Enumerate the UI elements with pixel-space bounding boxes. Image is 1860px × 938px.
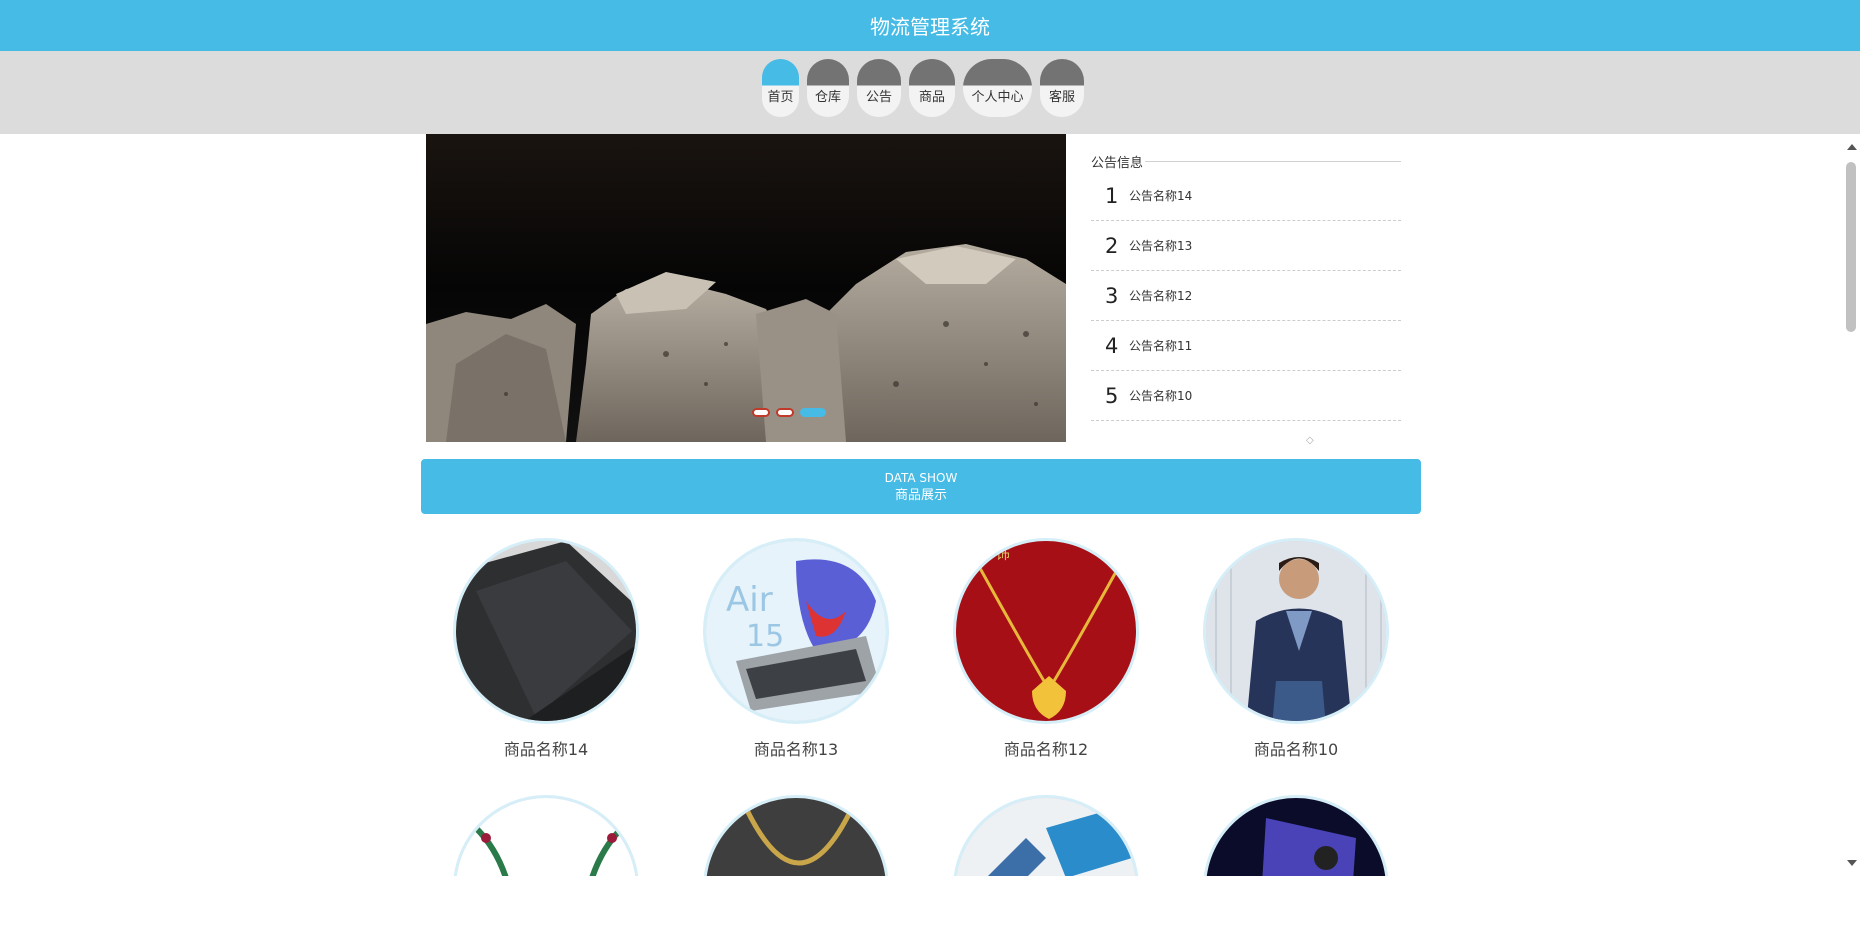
svg-text:饰: 饰 (996, 547, 1010, 563)
nav-item-goods-label: 商品 (918, 90, 945, 105)
section-header-cn: 商品展示 (894, 487, 947, 503)
scroll-down-arrow-icon[interactable] (1847, 860, 1857, 866)
product-image[interactable] (953, 795, 1139, 876)
notice-item-name: 公告名称13 (1129, 239, 1193, 253)
app-window: 物流管理系统 首页 仓库 公告 商品 个人中心 客服 公告信息 1 公告名称14… (0, 0, 1860, 938)
notice-panel: 公告信息 1 公告名称14 2 公告名称13 3 公告名称12 4 公告名称11… (1091, 152, 1401, 421)
app-title: 物流管理系统 (870, 15, 990, 39)
nav-item-personal-center-label: 个人中心 (971, 90, 1024, 105)
product-card[interactable]: 商品名称10 (1201, 538, 1391, 760)
nav-item-notice-label: 公告 (865, 90, 892, 105)
nav-items: 首页 仓库 公告 商品 个人中心 客服 (762, 59, 1084, 117)
title-bar: 物流管理系统 (0, 0, 1860, 51)
nav-item-home-label: 首页 (767, 90, 794, 105)
nav-item-personal-center[interactable]: 个人中心 (963, 59, 1032, 117)
vertical-scrollbar[interactable] (1842, 134, 1860, 876)
notice-item-number: 5 (1105, 383, 1119, 408)
nav-item-warehouse-label: 仓库 (814, 90, 841, 105)
product-card[interactable] (701, 795, 891, 876)
main-content: 公告信息 1 公告名称14 2 公告名称13 3 公告名称12 4 公告名称11… (0, 134, 1842, 876)
notice-item[interactable]: 5 公告名称10 (1091, 371, 1401, 421)
nav-item-customer-service[interactable]: 客服 (1040, 59, 1084, 117)
product-name: 商品名称14 (503, 740, 589, 759)
notice-item[interactable]: 1 公告名称14 (1091, 171, 1401, 221)
product-image[interactable] (453, 538, 639, 724)
notice-item[interactable]: 4 公告名称11 (1091, 321, 1401, 371)
notice-item[interactable]: 2 公告名称13 (1091, 221, 1401, 271)
nav-item-customer-service-label: 客服 (1048, 90, 1075, 105)
notice-item-name: 公告名称14 (1129, 189, 1193, 203)
carousel-indicators (752, 408, 826, 417)
svg-text:15: 15 (746, 619, 784, 654)
carousel-slide-image (426, 134, 1066, 442)
product-name: 商品名称12 (1003, 740, 1089, 759)
product-card[interactable]: 商品名称14 (451, 538, 641, 760)
section-header: DATA SHOW 商品展示 (421, 459, 1421, 514)
nav-item-warehouse[interactable]: 仓库 (807, 59, 849, 117)
carousel-dot-2[interactable] (776, 408, 794, 417)
product-image[interactable]: Air 15 (703, 538, 889, 724)
notice-title-divider (1145, 161, 1401, 162)
image-carousel[interactable] (426, 134, 1066, 442)
carousel-dot-1[interactable] (752, 408, 770, 417)
nav-item-goods[interactable]: 商品 (909, 59, 955, 117)
page-bottom (0, 876, 1860, 938)
product-card[interactable] (451, 795, 641, 876)
notice-panel-title: 公告信息 (1091, 156, 1144, 171)
notice-item-name: 公告名称12 (1129, 289, 1193, 303)
product-image[interactable] (453, 795, 639, 876)
product-name: 商品名称10 (1253, 740, 1339, 759)
notice-item[interactable]: 3 公告名称12 (1091, 271, 1401, 321)
nav-item-notice[interactable]: 公告 (857, 59, 901, 117)
scroll-up-arrow-icon[interactable] (1847, 144, 1857, 150)
product-card[interactable]: 饰 商品名称12 (951, 538, 1141, 760)
scroll-thumb[interactable] (1846, 162, 1856, 332)
product-name: 商品名称13 (753, 740, 839, 759)
notice-item-name: 公告名称10 (1129, 389, 1193, 403)
notice-panel-header: 公告信息 (1091, 152, 1401, 171)
product-image[interactable] (1203, 795, 1389, 876)
product-image[interactable]: 饰 (953, 538, 1139, 724)
product-card[interactable] (951, 795, 1141, 876)
carousel-dot-3[interactable] (800, 408, 826, 417)
nav-item-home[interactable]: 首页 (762, 59, 799, 117)
notice-item-number: 2 (1105, 233, 1119, 258)
notice-item-number: 1 (1105, 183, 1119, 208)
notice-item-number: 3 (1105, 283, 1119, 308)
product-image[interactable] (703, 795, 889, 876)
notice-item-number: 4 (1105, 333, 1119, 358)
product-card[interactable]: Air 15 商品名称13 (701, 538, 891, 760)
product-image[interactable] (1203, 538, 1389, 724)
notice-more-icon[interactable]: ◇ (1306, 435, 1314, 446)
notice-item-name: 公告名称11 (1129, 339, 1193, 353)
svg-text:Air: Air (726, 580, 773, 620)
section-header-en: DATA SHOW (884, 470, 958, 485)
product-card[interactable] (1201, 795, 1391, 876)
nav-bar: 首页 仓库 公告 商品 个人中心 客服 (0, 51, 1860, 134)
